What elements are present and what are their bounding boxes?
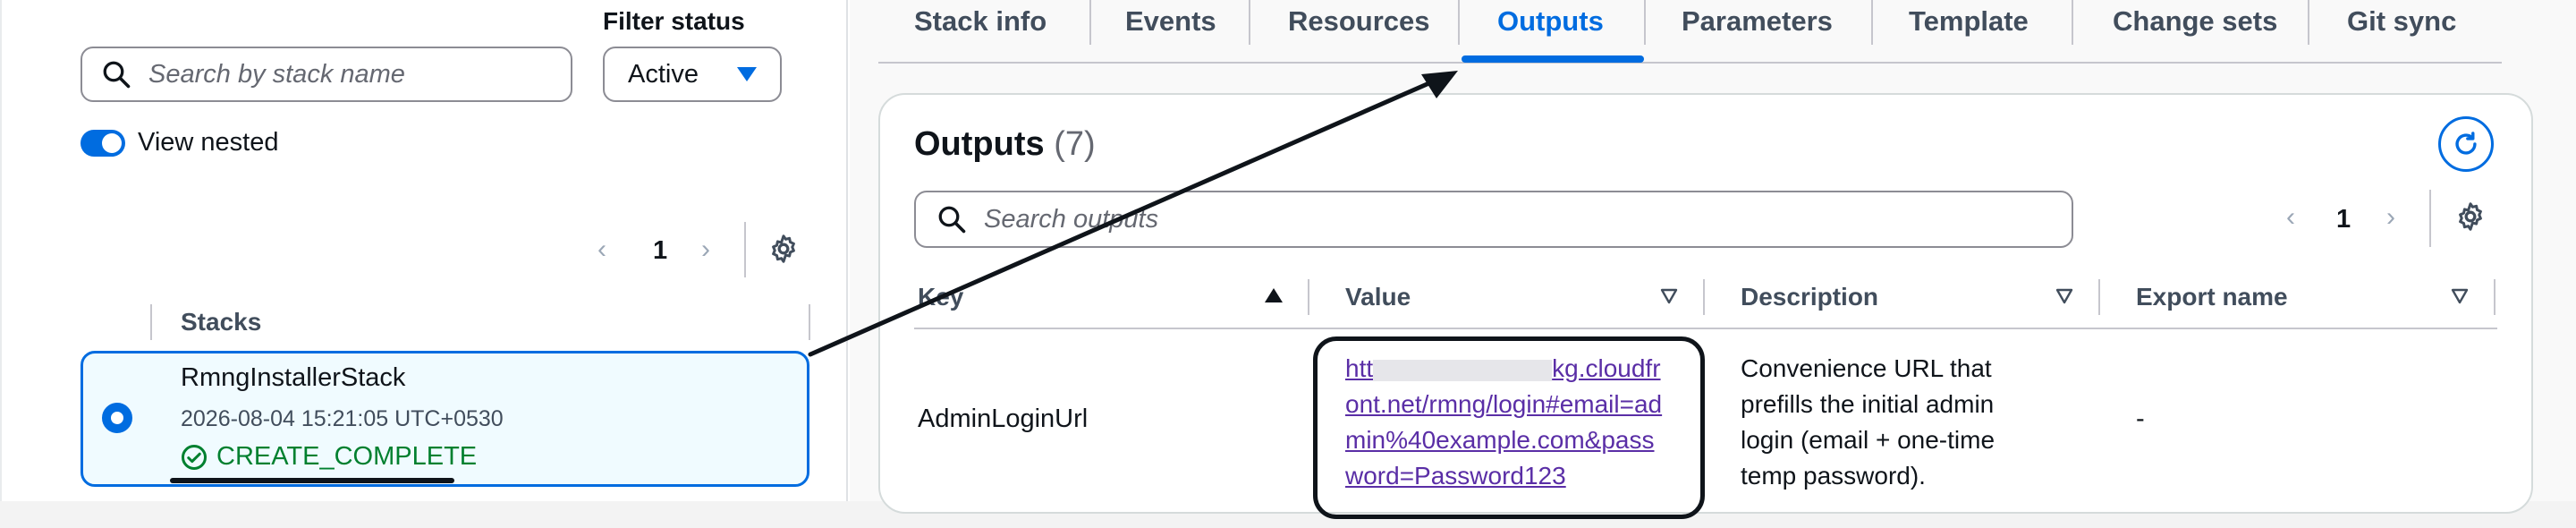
view-nested-label: View nested: [138, 128, 279, 157]
column-separator[interactable]: [1703, 279, 1705, 315]
tabs-baseline: [878, 62, 2502, 64]
tab-git-sync[interactable]: Git sync: [2347, 5, 2456, 38]
outputs-title: Outputs: [914, 125, 1045, 163]
annotation-highlight-box: [1313, 336, 1705, 519]
output-description: Convenience URL that prefills the initia…: [1741, 354, 1996, 490]
column-separator: [150, 304, 152, 340]
tab-template[interactable]: Template: [1909, 5, 2029, 38]
column-separator: [2494, 279, 2496, 315]
tab-separator: [2308, 0, 2309, 45]
outputs-page-number[interactable]: 1: [2336, 205, 2351, 234]
previous-page-icon[interactable]: ‹: [597, 234, 606, 265]
column-header-export-name[interactable]: Export name: [2136, 283, 2288, 311]
pager-divider: [744, 222, 746, 277]
column-separator[interactable]: [1308, 279, 1309, 315]
stack-status: CREATE_COMPLETE: [181, 442, 477, 472]
sort-icon[interactable]: [1660, 288, 1678, 304]
table-header-divider: [914, 328, 2497, 329]
tab-separator: [1871, 0, 1873, 45]
tab-events[interactable]: Events: [1125, 5, 1216, 38]
annotation-underline: [170, 478, 454, 483]
refresh-button[interactable]: [2438, 116, 2494, 172]
outputs-count: (7): [1054, 125, 1096, 163]
tab-outputs[interactable]: Outputs: [1497, 5, 1604, 38]
stack-radio-selected[interactable]: [102, 403, 132, 433]
search-icon: [103, 61, 131, 89]
view-nested-toggle[interactable]: [80, 130, 125, 157]
tab-change-sets[interactable]: Change sets: [2113, 5, 2277, 38]
outputs-heading: Outputs (7): [914, 125, 1096, 164]
column-header-value[interactable]: Value: [1345, 283, 1411, 311]
column-header-description[interactable]: Description: [1741, 283, 1878, 311]
filter-status-value: Active: [628, 59, 699, 89]
gear-icon[interactable]: [2454, 200, 2487, 233]
panel-divider: [846, 0, 848, 501]
filter-status-label: Filter status: [603, 7, 745, 35]
check-circle-icon: [182, 444, 207, 470]
gear-icon[interactable]: [767, 233, 800, 265]
previous-page-icon[interactable]: ‹: [2286, 202, 2295, 233]
tab-parameters[interactable]: Parameters: [1682, 5, 1833, 38]
stack-created-time: 2026-08-04 15:21:05 UTC+0530: [181, 406, 504, 431]
stacks-column-header: Stacks: [181, 308, 262, 336]
sort-ascending-icon[interactable]: [1265, 288, 1283, 302]
tab-separator: [1089, 0, 1091, 45]
output-export-name: -: [2136, 405, 2145, 433]
stack-status-text: CREATE_COMPLETE: [216, 442, 478, 471]
column-separator[interactable]: [2098, 279, 2100, 315]
stack-search-placeholder: Search by stack name: [148, 59, 405, 89]
column-header-key[interactable]: Key: [918, 283, 963, 311]
outputs-search-placeholder: Search outputs: [984, 204, 1159, 234]
pager-divider: [2429, 190, 2431, 247]
stack-search-input[interactable]: Search by stack name: [80, 47, 572, 102]
next-page-icon[interactable]: ›: [2386, 202, 2395, 233]
column-separator: [809, 304, 810, 340]
outputs-search-input[interactable]: Search outputs: [914, 191, 2073, 248]
caret-down-icon: [737, 67, 757, 81]
tab-separator: [1249, 0, 1250, 45]
page-number[interactable]: 1: [653, 236, 667, 266]
tab-separator: [1644, 0, 1646, 45]
tab-resources[interactable]: Resources: [1288, 5, 1430, 38]
sort-icon[interactable]: [2451, 288, 2469, 304]
next-page-icon[interactable]: ›: [701, 234, 710, 265]
refresh-icon: [2455, 132, 2477, 155]
tab-stack-info[interactable]: Stack info: [914, 5, 1046, 38]
tab-separator: [2072, 0, 2073, 45]
toggle-knob: [102, 133, 122, 153]
output-key: AdminLoginUrl: [918, 405, 1089, 433]
stack-name-link[interactable]: RmngInstallerStack: [181, 363, 405, 393]
search-icon: [938, 206, 966, 234]
sort-icon[interactable]: [2055, 288, 2073, 304]
filter-status-select[interactable]: Active: [603, 47, 782, 102]
active-tab-indicator: [1462, 55, 1644, 63]
tab-separator: [1458, 0, 1460, 45]
